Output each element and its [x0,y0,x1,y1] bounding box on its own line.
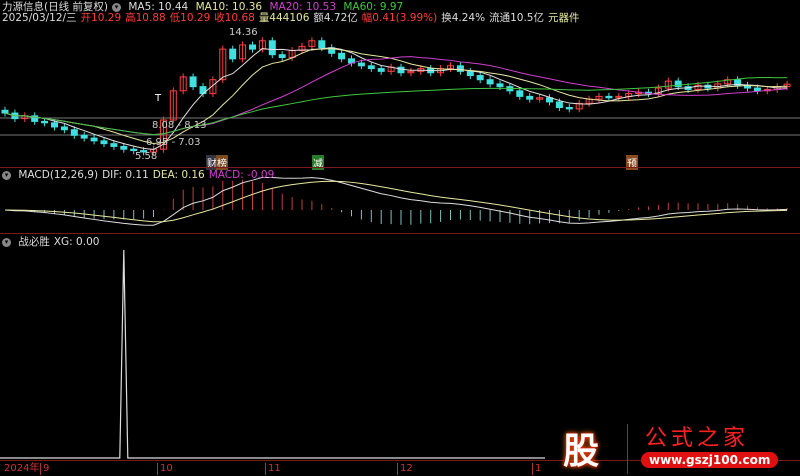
candle [753,87,761,92]
xg-value: XG: 0.00 [53,236,100,248]
candle [70,129,78,136]
macd-value: MACD: -0.09 [208,169,275,181]
macd-header: ▾ MACD(12,26,9) DIF: 0.11 DEA: 0.16 MACD: -… [2,169,278,181]
panel-divider [0,233,800,234]
xg-signal-line [0,249,545,459]
macd-dif: DIF: 0.11 [102,169,149,181]
candle [367,65,375,70]
low-label: 5.58 [135,151,158,162]
axis-year: 2024年 [4,463,40,474]
candle [249,44,256,50]
axis-tick: 10 [157,463,173,475]
candle [338,52,346,60]
axis-tick: 9 [40,463,49,475]
macd-toggle-icon[interactable]: ▾ [2,170,11,180]
ma60-line [4,77,788,136]
dea-line [4,180,788,223]
macd-dea: DEA: 0.16 [152,169,205,181]
candle [110,143,118,147]
candle [268,40,276,56]
candle [466,70,474,77]
candle [1,109,9,114]
candle [565,107,573,110]
candle [397,66,405,74]
candle [486,79,494,85]
candle [516,90,524,97]
panel-divider [0,167,800,168]
candle [90,137,98,142]
xg-toggle-icon[interactable]: ▾ [2,237,11,247]
candle [496,83,504,88]
candle [456,65,464,72]
candle [377,68,385,72]
xg-header: ▾ 战必胜 XG: 0.00 [2,236,103,248]
ma10-line [4,48,788,145]
xg-title: 战必胜 [18,236,50,248]
logo-char: 股 [563,431,600,472]
logo-name: 公式之家 [645,426,750,451]
watermark-logo: 股 公式之家 www.gszj100.com [555,420,800,476]
ma5-line [4,47,788,150]
candle [605,95,613,99]
axis-tick: 11 [265,463,281,475]
candle [80,134,88,139]
candle [189,76,197,88]
candle [318,40,326,49]
candle [555,101,563,109]
logo-url: www.gszj100.com [641,452,779,468]
candle [120,145,128,150]
candle [357,62,365,67]
axis-tick: 1 [532,463,541,475]
range-label-1: 8.08 - 8.13 [152,120,207,131]
range-label-2: 6.95 - 7.03 [146,137,201,148]
macd-title: MACD(12,26,9) [18,169,99,181]
chart-canvas[interactable] [0,0,800,476]
candle [476,75,484,81]
candle [51,122,58,128]
candle [199,86,207,95]
candle [41,120,49,124]
peak-label: 14.36 [229,27,258,38]
candle [526,95,534,100]
candle [229,48,237,60]
t-marker: T [155,93,162,104]
candle [278,54,286,58]
candle [100,140,108,145]
axis-tick: 12 [397,463,413,475]
candle [60,126,68,131]
